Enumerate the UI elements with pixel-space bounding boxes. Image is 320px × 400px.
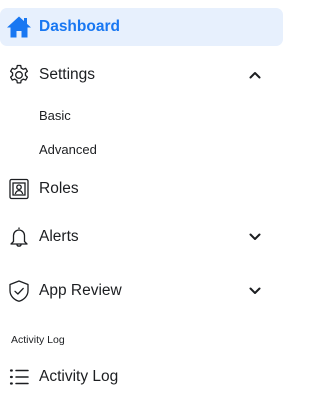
chevron-up-icon [248, 68, 262, 82]
sidebar-item-activity-log[interactable]: Activity Log [0, 362, 283, 392]
id-badge-icon [6, 176, 32, 202]
sidebar-item-dashboard[interactable]: Dashboard [0, 8, 283, 46]
sidebar-subitem-basic[interactable]: Basic [39, 108, 71, 123]
shield-check-icon [6, 278, 32, 304]
section-header-activity-log: Activity Log [11, 334, 65, 346]
sidebar-item-label: Settings [39, 66, 96, 83]
sidebar-item-label: Alerts [39, 228, 79, 245]
sidebar-item-label: Roles [39, 180, 79, 197]
gear-icon [6, 62, 32, 88]
sidebar-subitem-advanced[interactable]: Advanced [39, 142, 97, 157]
sidebar-item-label: Activity Log [39, 368, 119, 385]
sidebar-item-app-review[interactable]: App Review [0, 276, 283, 306]
home-icon [6, 14, 32, 40]
chevron-down-icon [248, 284, 262, 298]
sidebar-item-settings[interactable]: Settings [0, 60, 283, 90]
bell-icon [6, 224, 32, 250]
sidebar-item-label: Dashboard [39, 18, 120, 35]
sidebar-item-alerts[interactable]: Alerts [0, 222, 283, 252]
list-icon [6, 364, 32, 390]
chevron-down-icon [248, 230, 262, 244]
sidebar-item-label: App Review [39, 282, 122, 299]
sidebar-item-roles[interactable]: Roles [0, 174, 283, 204]
sidebar-nav: Dashboard Settings Basic Advanced Roles [0, 0, 291, 400]
